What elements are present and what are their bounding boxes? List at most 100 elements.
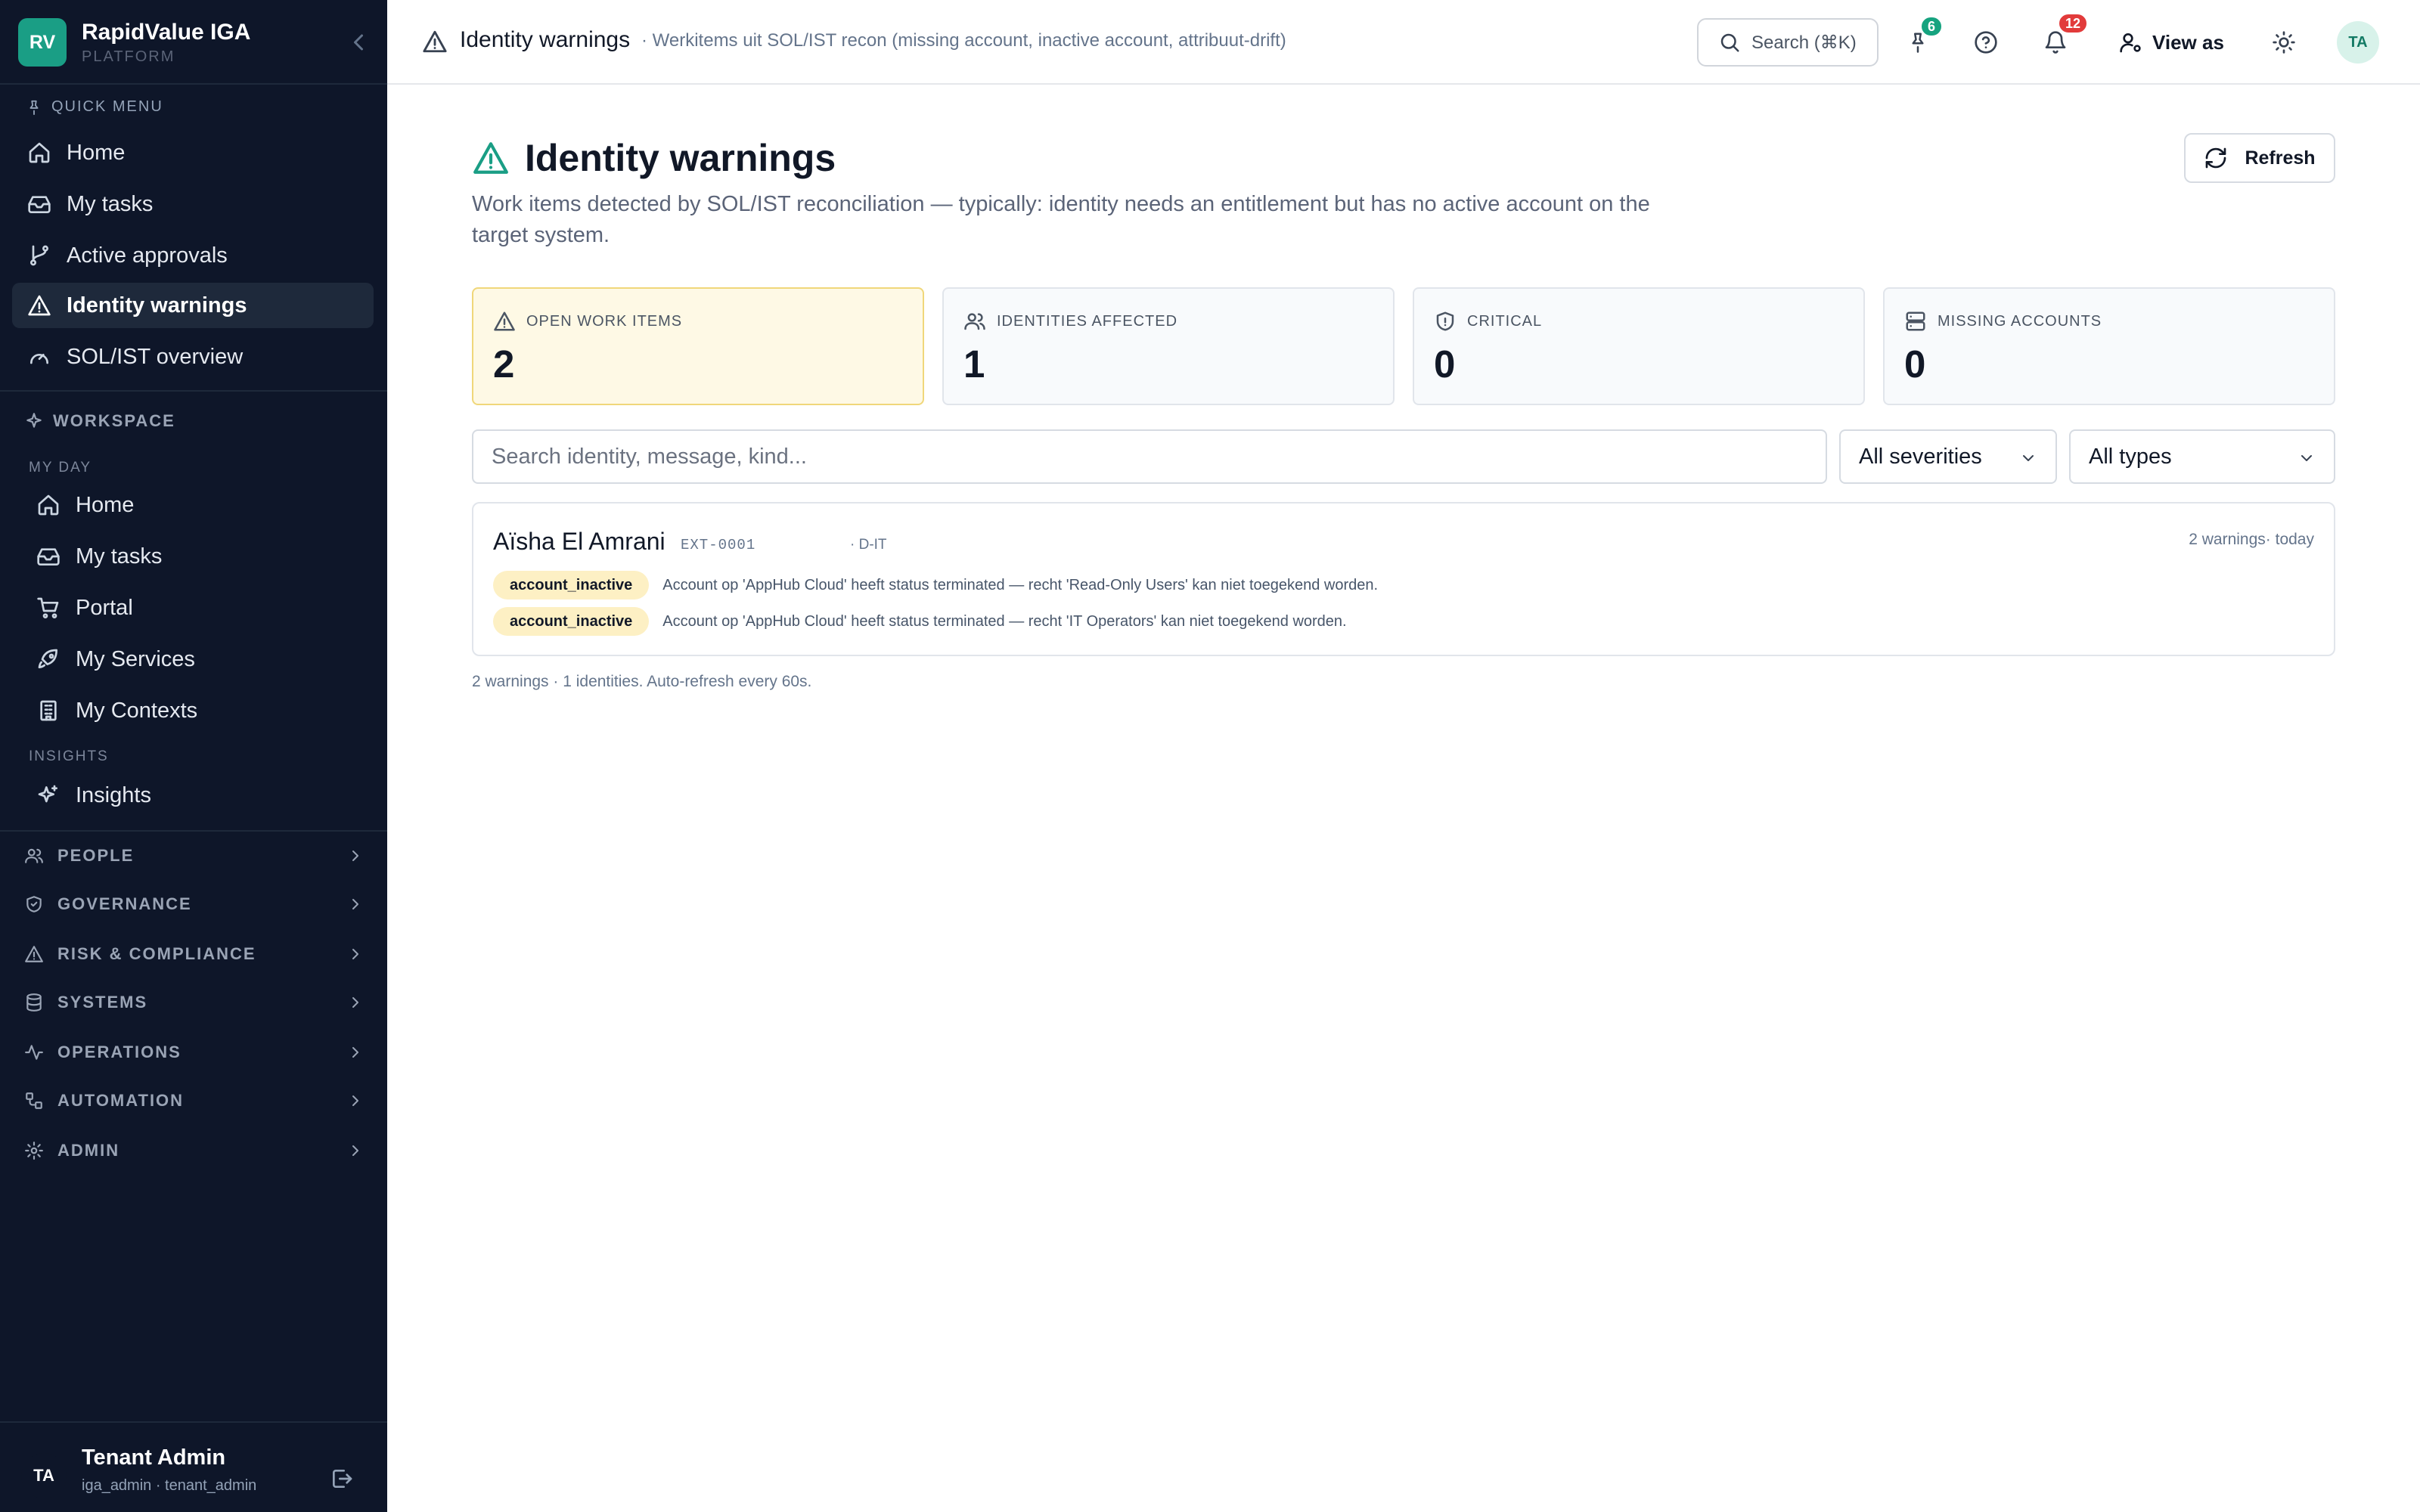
stat-label: CRITICAL (1434, 310, 1542, 333)
user-avatar[interactable]: TA (21, 1453, 67, 1498)
app-name: RapidValue IGA (82, 20, 251, 45)
inbox-icon (37, 548, 60, 565)
quick-item-active-approvals[interactable]: Active approvals (12, 233, 374, 278)
quick-item-identity-warnings[interactable]: Identity warnings (12, 283, 374, 328)
home-icon (29, 142, 50, 163)
account-avatar[interactable]: TA (2337, 21, 2379, 64)
stat-missing-accounts: MISSING ACCOUNTS 0 (1883, 287, 2335, 405)
workspace-item-my-tasks[interactable]: My tasks (21, 534, 374, 579)
warning-icon (494, 311, 515, 331)
group-governance[interactable]: GOVERNANCE (24, 889, 365, 919)
divider (0, 390, 387, 392)
workspace-item-insights[interactable]: Insights (21, 773, 374, 818)
nav-label: SOL/IST overview (67, 344, 244, 369)
group-people[interactable]: PEOPLE (24, 841, 365, 871)
stat-value: 2 (493, 342, 515, 386)
nav-label: My Contexts (76, 698, 198, 723)
global-search-button[interactable]: Search (⌘K) (1697, 18, 1879, 67)
group-label: AUTOMATION (57, 1091, 185, 1110)
group-admin[interactable]: ADMIN (24, 1136, 365, 1166)
app-logo: RV (18, 18, 67, 67)
users-icon (964, 313, 985, 330)
git-branch-icon (30, 245, 48, 266)
help-button[interactable] (1968, 24, 2004, 60)
nav-label: Identity warnings (67, 293, 247, 318)
nav-label: My tasks (76, 544, 163, 569)
severity-select[interactable]: All severities (1839, 429, 2057, 484)
group-label: PEOPLE (57, 846, 135, 865)
warnings-search-input[interactable] (472, 429, 1827, 484)
user-cog-icon (2120, 33, 2141, 53)
inbox-icon (28, 196, 51, 213)
severity-select-value: All severities (1859, 444, 1982, 469)
workspace-label: WORKSPACE (53, 411, 175, 430)
divider (0, 830, 387, 832)
chevron-right-icon (352, 1145, 358, 1156)
nav-label: Portal (76, 595, 133, 620)
chevron-right-icon (352, 997, 358, 1008)
help-icon (1975, 31, 1997, 54)
quick-item-my-tasks[interactable]: My tasks (12, 181, 374, 227)
warning-row: account_inactive Account op 'AppHub Clou… (493, 606, 1347, 637)
workspace-item-my-contexts[interactable]: My Contexts (21, 688, 374, 733)
collapse-sidebar-button[interactable] (345, 29, 372, 56)
topbar: Identity warnings · Werkitems uit SOL/IS… (387, 0, 2420, 85)
logout-button[interactable] (330, 1467, 354, 1491)
sparkle-icon (38, 785, 57, 803)
cart-icon (37, 597, 59, 618)
identity-warning-card[interactable]: Aïsha El Amrani EXT-0001 · D-IT 2 warnin… (472, 502, 2335, 656)
identity-warning-meta: 2 warnings· today (2189, 531, 2314, 548)
activity-icon (25, 1045, 43, 1060)
warning-icon (473, 142, 508, 174)
chevron-down-icon (2023, 455, 2034, 461)
notifications-badge: 12 (2057, 12, 2090, 35)
theme-toggle-button[interactable] (2266, 24, 2302, 60)
topbar-title: Identity warnings (460, 27, 631, 52)
chevron-right-icon (352, 1095, 358, 1106)
workspace-item-portal[interactable]: Portal (21, 585, 374, 631)
stat-identities-affected: IDENTITIES AFFECTED 1 (942, 287, 1395, 405)
group-label: RISK & COMPLIANCE (57, 944, 256, 963)
quick-menu-title: QUICK MENU (26, 98, 163, 116)
group-label: SYSTEMS (57, 993, 148, 1012)
group-operations[interactable]: OPERATIONS (24, 1037, 365, 1067)
chevron-down-icon (2301, 455, 2312, 461)
topbar-subtitle: · Werkitems uit SOL/IST recon (missing a… (641, 30, 1286, 51)
stat-label-text: CRITICAL (1467, 312, 1543, 330)
notifications-button[interactable]: 12 (2037, 12, 2090, 60)
warning-icon (25, 946, 43, 962)
stat-label: OPEN WORK ITEMS (493, 310, 682, 333)
group-systems[interactable]: SYSTEMS (24, 987, 365, 1018)
stat-label: IDENTITIES AFFECTED (963, 310, 1177, 333)
chevron-right-icon (352, 899, 358, 909)
workspace-item-home[interactable]: Home (21, 482, 374, 528)
stat-value: 0 (1434, 342, 1456, 386)
shield-check-icon (26, 896, 42, 912)
group-automation[interactable]: AUTOMATION (24, 1086, 365, 1116)
type-select[interactable]: All types (2069, 429, 2335, 484)
identity-name[interactable]: Aïsha El Amrani (493, 528, 666, 556)
stat-label-text: MISSING ACCOUNTS (1938, 312, 2102, 330)
sun-icon (2273, 31, 2295, 54)
warning-icon (28, 295, 51, 316)
pinned-button[interactable]: 6 (1900, 15, 1944, 60)
users-icon (25, 848, 43, 863)
workspace-item-my-services[interactable]: My Services (21, 637, 374, 682)
quick-item-sol-ist-overview[interactable]: SOL/IST overview (12, 334, 374, 380)
stat-label-text: IDENTITIES AFFECTED (997, 312, 1178, 330)
identity-id: EXT-0001 (681, 537, 756, 553)
stat-value: 1 (963, 342, 985, 386)
warning-message: Account op 'AppHub Cloud' heeft status t… (662, 576, 1379, 593)
nav-label: Home (76, 492, 135, 517)
divider (0, 83, 387, 85)
nav-label: My tasks (67, 191, 154, 216)
nav-label: Insights (76, 782, 151, 807)
database-icon (26, 993, 42, 1012)
refresh-button[interactable]: Refresh (2184, 133, 2335, 183)
nav-label: Active approvals (67, 243, 228, 268)
quick-item-home[interactable]: Home (12, 130, 374, 175)
group-risk-compliance[interactable]: RISK & COMPLIANCE (24, 939, 365, 969)
view-as-button[interactable]: View as (2119, 24, 2224, 60)
search-icon (1720, 33, 1739, 52)
view-as-label: View as (2152, 30, 2224, 54)
